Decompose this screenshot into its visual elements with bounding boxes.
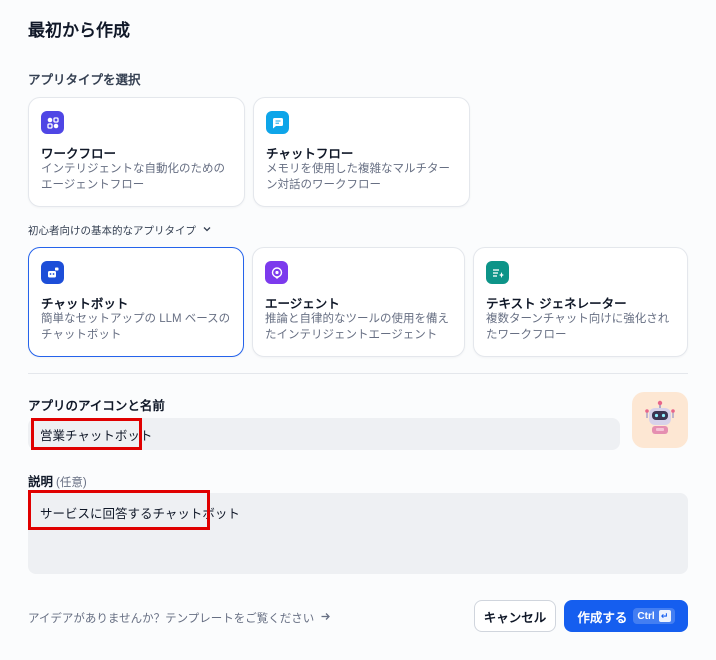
agent-icon: [265, 261, 288, 284]
beginner-types-label: 初心者向けの基本的なアプリタイプ: [28, 225, 196, 237]
app-type-card-chatbot[interactable]: チャットボット 簡単なセットアップの LLM ベースのチャットボット: [28, 247, 244, 357]
template-link[interactable]: アイデアがありませんか？テンプレートをご覧ください: [28, 610, 331, 626]
chatflow-icon: [266, 111, 289, 134]
app-type-desc: メモリを使用した複雑なマルチターン対話のワークフロー: [266, 163, 450, 191]
name-highlight-box: [31, 418, 142, 450]
optional-tag: (任意): [56, 477, 87, 489]
app-type-card-workflow[interactable]: ワークフロー インテリジェントな自動化のためのエージェントフロー: [28, 97, 245, 207]
section-divider: [28, 373, 688, 374]
shortcut-key: Ctrl: [637, 610, 655, 622]
app-type-desc: 複数ターンチャット向けに強化されたワークフロー: [486, 313, 670, 341]
chatbot-icon: [41, 261, 64, 284]
name-field-label: アプリのアイコンと名前: [28, 399, 165, 413]
workflow-icon: [41, 111, 64, 134]
app-type-card-text-generator[interactable]: テキスト ジェネレーター 複数ターンチャット向けに強化されたワークフロー: [473, 247, 688, 357]
app-type-desc: 簡単なセットアップの LLM ベースのチャットボット: [41, 313, 231, 341]
create-button-label: 作成する: [577, 610, 628, 625]
description-field-label: 説明 (任意): [28, 471, 87, 490]
app-icon-picker[interactable]: [632, 392, 688, 448]
text-generator-icon: [486, 261, 509, 284]
app-type-desc: 推論と自律的なツールの使用を備えたインテリジェントエージェント: [265, 313, 449, 341]
app-type-name: テキスト ジェネレーター: [486, 297, 627, 311]
page-title: 最初から作成: [28, 21, 130, 40]
app-type-name: エージェント: [265, 297, 340, 311]
app-type-name: チャットフロー: [266, 147, 354, 161]
app-type-name: チャットボット: [41, 297, 129, 311]
beginner-types-toggle[interactable]: 初心者向けの基本的なアプリタイプ: [28, 223, 212, 238]
description-label-text: 説明: [28, 475, 54, 489]
enter-icon: ↵: [658, 610, 671, 622]
arrow-right-icon: [320, 611, 331, 625]
create-button[interactable]: 作成する Ctrl ↵: [564, 600, 688, 632]
app-type-desc: インテリジェントな自動化のためのエージェントフロー: [41, 163, 225, 191]
description-highlight-box: [28, 490, 210, 530]
app-type-card-agent[interactable]: エージェント 推論と自律的なツールの使用を備えたインテリジェントエージェント: [252, 247, 465, 357]
template-link-text: アイデアがありませんか？テンプレートをご覧ください: [28, 613, 315, 625]
shortcut-badge: Ctrl ↵: [633, 608, 675, 624]
app-type-section-label: アプリタイプを選択: [28, 73, 141, 87]
cancel-button[interactable]: キャンセル: [474, 600, 556, 632]
chevron-down-icon: [202, 224, 212, 237]
app-type-name: ワークフロー: [41, 147, 117, 161]
app-type-card-chatflow[interactable]: チャットフロー メモリを使用した複雑なマルチターン対話のワークフロー: [253, 97, 470, 207]
robot-icon: [640, 398, 680, 443]
